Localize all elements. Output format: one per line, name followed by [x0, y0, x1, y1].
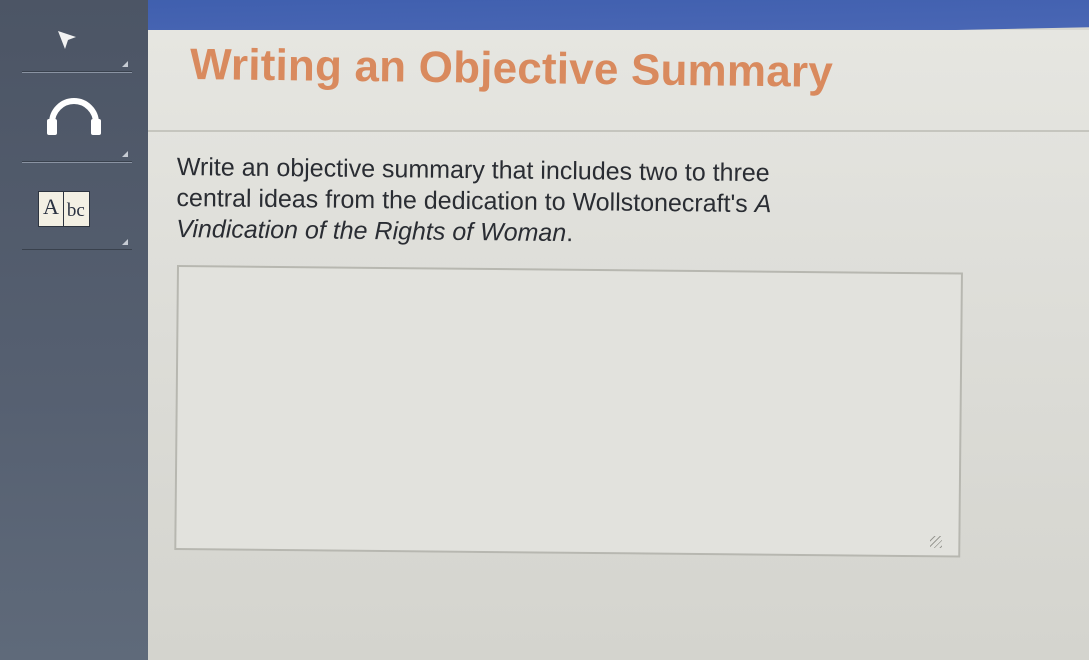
- prompt-period: .: [566, 219, 574, 248]
- expand-corner-icon: [122, 151, 128, 157]
- dictionary-icon: A bc: [38, 191, 90, 227]
- sidebar: A bc: [0, 0, 148, 660]
- audio-button[interactable]: [22, 72, 132, 162]
- textarea-resize-handle[interactable]: [930, 536, 942, 548]
- expand-corner-icon: [122, 239, 128, 245]
- cursor-icon: [58, 31, 76, 49]
- page-title: Writing an Objective Summary: [189, 40, 834, 97]
- headphones-icon: [47, 98, 101, 135]
- dictionary-button[interactable]: A bc: [22, 162, 132, 250]
- dictionary-icon-letters-bc: bc: [66, 200, 85, 221]
- summary-answer-textarea[interactable]: [174, 265, 963, 558]
- title-divider: [148, 130, 1089, 132]
- dictionary-icon-letter-a: A: [39, 192, 64, 226]
- prompt-title-start: A: [754, 190, 772, 219]
- expand-corner-icon: [122, 61, 128, 67]
- prompt-line-2-text: central ideas from the dedication to Wol…: [176, 183, 755, 219]
- prompt-title-rest: Vindication of the Rights of Woman: [176, 214, 567, 248]
- writing-prompt: Write an objective summary that includes…: [176, 152, 937, 253]
- pointer-tool-button[interactable]: [22, 0, 132, 72]
